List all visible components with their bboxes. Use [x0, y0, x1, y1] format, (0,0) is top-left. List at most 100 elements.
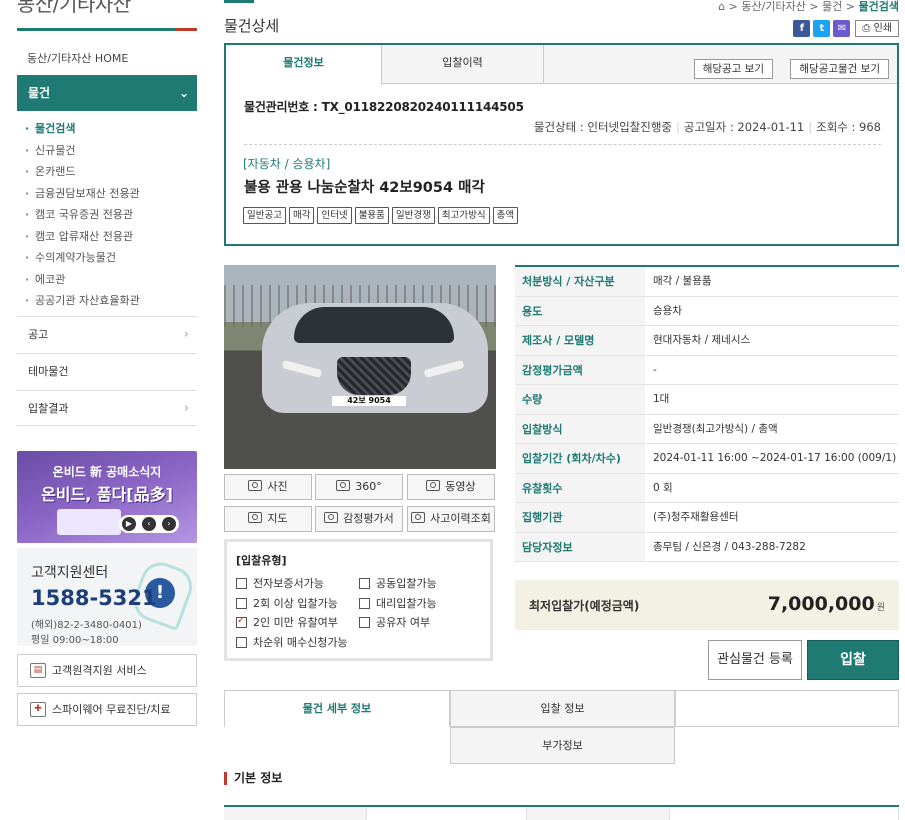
chevron-right-icon: ›: [183, 401, 189, 416]
item-info-box: 물건정보 입찰이력 해당공고 보기 해당공고물건 보기 물건관리번호 : TX_…: [224, 43, 899, 246]
appraisal-button[interactable]: 감정평가서: [315, 506, 403, 532]
play-icon[interactable]: ▶: [122, 517, 136, 531]
map-button[interactable]: 지도: [224, 506, 312, 532]
detail-row: 처분방식 / 자산구분 매각 / 불용품: [515, 267, 899, 297]
sidebar-menu-theme[interactable]: 테마물건: [17, 353, 197, 389]
banner-line2: 온비드, 품다[品多]: [41, 485, 173, 504]
tab-bid-history[interactable]: 입찰이력: [382, 45, 544, 84]
detail-key: 제조사 / 모델명: [515, 326, 645, 355]
twitter-icon[interactable]: t: [813, 20, 831, 37]
submenu-item-public-efficiency[interactable]: 공공기관 자산효율화관: [25, 292, 197, 314]
prev-icon[interactable]: ‹: [142, 517, 156, 531]
sidebar-menu-item[interactable]: 물건 ⌄: [17, 75, 197, 111]
facebook-icon[interactable]: f: [793, 20, 811, 37]
bottom-tabs: 물건 세부 정보 입찰 정보 부가정보: [224, 690, 899, 765]
tab-extra-info[interactable]: 부가정보: [450, 727, 675, 764]
banner-controls: ▶ ‹ ›: [119, 515, 179, 533]
image-icon: [248, 512, 263, 523]
sidebar-menu-result[interactable]: 입찰결과 ›: [17, 390, 197, 426]
breadcrumb-item[interactable]: 물건: [822, 0, 842, 13]
support-hours: 평일 09:00~18:00: [31, 635, 119, 646]
next-icon[interactable]: ›: [162, 517, 176, 531]
submenu-item-new[interactable]: 신규물건: [25, 142, 197, 164]
tab-item-info[interactable]: 물건정보: [226, 45, 382, 85]
detail-key: 감정평가금액: [515, 355, 645, 384]
submenu-item-search[interactable]: 물건검색: [25, 120, 197, 142]
checkbox-proxy-bid[interactable]: 대리입찰가능: [359, 595, 437, 611]
tag: 일반경쟁: [391, 207, 435, 224]
accident-history-button[interactable]: 사고이력조회: [407, 506, 495, 532]
table-cell: [367, 807, 527, 820]
submenu-item-eco[interactable]: 에코관: [25, 271, 197, 293]
breadcrumb: ⌂ > 동산/기타자산 > 물건 > 물건검색: [718, 0, 899, 13]
item-title: 불용 관용 나눔순찰차 42보9054 매각: [244, 180, 485, 196]
checkbox-joint-bid[interactable]: 공동입찰가능: [359, 575, 437, 591]
table-cell: [224, 807, 367, 820]
management-number: 물건관리번호 : TX_0118220820240111144505: [244, 100, 524, 114]
checkbox-co-owner[interactable]: 공유자 여부: [359, 614, 430, 630]
promo-banner[interactable]: 온비드 新 공매소식지 온비드, 품다[品多] ▶ ‹ ›: [17, 451, 197, 543]
detail-table: 처분방식 / 자산구분 매각 / 불용품 용도 승용차 제조사 / 모델명 현대자동차…: [515, 265, 899, 562]
item-photo[interactable]: 42보 9054: [224, 265, 496, 469]
add-interest-button[interactable]: 관심물건 등록: [708, 640, 802, 680]
detail-row: 입찰방식 일반경쟁(최고가방식) / 총액: [515, 414, 899, 444]
camera-icon: [336, 480, 351, 491]
checkbox-icon: [359, 598, 370, 609]
sidebar-menu-notice[interactable]: 공고 ›: [17, 316, 197, 352]
detail-key: 용도: [515, 296, 645, 325]
submenu-item-national-securities[interactable]: 캠코 국유증권 전용관: [25, 206, 197, 228]
submenu-item-oncarland[interactable]: 온카랜드: [25, 163, 197, 185]
detail-row: 집행기관 (주)청주재활용센터: [515, 503, 899, 533]
download-icon: [324, 512, 339, 523]
table-cell: [670, 807, 899, 820]
tab-bid-info[interactable]: 입찰 정보: [450, 690, 675, 727]
video-button[interactable]: 동영상: [407, 474, 495, 500]
view-notice-button[interactable]: 해당공고 보기: [693, 59, 773, 79]
sidebar-home-link[interactable]: 동산/기타자산 HOME: [27, 50, 128, 66]
price-value: 7,000,000: [767, 593, 875, 615]
spyware-button[interactable]: ✚ 스파이웨어 무료진단/치료: [17, 693, 197, 726]
checkbox-e-guarantee[interactable]: 전자보증서가능: [236, 575, 324, 591]
submenu-item-seized[interactable]: 캠코 압류재산 전용관: [25, 228, 197, 250]
support-title: 고객지원센터: [31, 565, 109, 581]
home-icon[interactable]: ⌂: [718, 0, 725, 13]
checkbox-icon: [236, 578, 247, 589]
checkbox-label: 대리입찰가능: [376, 597, 437, 610]
bid-button[interactable]: 입찰: [807, 640, 899, 680]
shield-icon: ✚: [30, 702, 46, 717]
detail-key: 유찰횟수: [515, 473, 645, 502]
tab-item-detail[interactable]: 물건 세부 정보: [224, 690, 450, 727]
video-label: 동영상: [445, 480, 476, 493]
submenu-item-financial[interactable]: 금융권담보재산 전용관: [25, 185, 197, 207]
item-category: [자동차 / 승용차]: [243, 157, 331, 171]
remote-support-button[interactable]: ▤ 고객원격지원 서비스: [17, 654, 197, 687]
camera-icon: [426, 480, 441, 491]
detail-value: (주)청주재활용센터: [653, 511, 739, 523]
detail-row: 수량 1대: [515, 385, 899, 415]
view-notice-items-button[interactable]: 해당공고물건 보기: [790, 59, 889, 79]
print-icon: ⎙: [862, 23, 871, 34]
detail-row: 제조사 / 모델명 현대자동차 / 제네시스: [515, 326, 899, 356]
360-button[interactable]: 360°: [315, 474, 403, 500]
checkbox-second-bidder[interactable]: 차순위 매수신청가능: [236, 634, 348, 650]
table-cell: [527, 807, 670, 820]
mail-icon[interactable]: ✉: [833, 20, 851, 37]
checkbox-multi-bid[interactable]: 2회 이상 입찰가능: [236, 595, 338, 611]
detail-key: 담당자정보: [515, 532, 645, 561]
breadcrumb-current: 물건검색: [858, 0, 899, 13]
document-icon: [411, 512, 426, 523]
customer-support-box: 고객지원센터 ! 1588-5321 (해외)82-2-3480-0401) 평…: [17, 548, 198, 646]
license-plate: 42보 9054: [332, 396, 406, 406]
photo-grille: [337, 357, 411, 395]
detail-value: 매각 / 불용품: [653, 275, 712, 287]
photo-button[interactable]: 사진: [224, 474, 312, 500]
detail-value: 0 회: [653, 481, 673, 494]
price-value-wrap: 7,000,000 원: [768, 593, 885, 615]
breadcrumb-item[interactable]: 동산/기타자산: [741, 0, 805, 13]
detail-key: 처분방식 / 자산구분: [515, 267, 645, 296]
submenu-item-private-contract[interactable]: 수의계약가능물건: [25, 249, 197, 271]
tag: 불용품: [354, 207, 389, 224]
print-button[interactable]: ⎙ 인쇄: [855, 20, 899, 37]
checkbox-fail-under-two[interactable]: 2인 미만 유찰여부: [236, 614, 338, 630]
detail-value: 현대자동차 / 제네시스: [653, 334, 751, 346]
